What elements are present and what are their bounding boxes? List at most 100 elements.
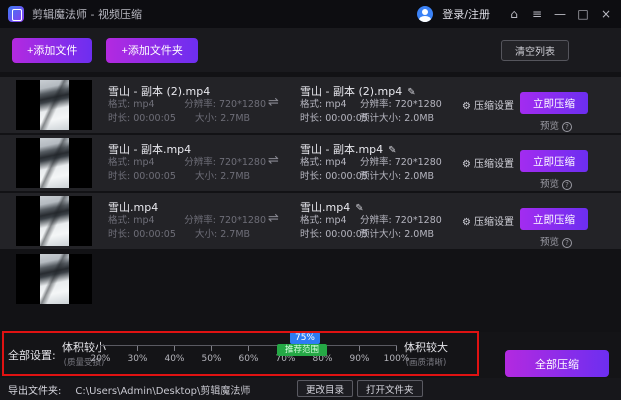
swap-arrows-icon: ⇌ [268, 153, 279, 168]
settings-label: 全部设置: [8, 347, 56, 363]
add-file-button[interactable]: +添加文件 [12, 38, 92, 63]
file-list: 雪山 - 副本 (2).mp4 格式: mp4分辨率: 720*1280 时长:… [0, 72, 621, 332]
output-info: 雪山 - 副本 (2).mp4 ✎ 格式: mp4分辨率: 720*1280 时长… [300, 83, 468, 126]
gear-icon: ⚙ [462, 159, 471, 170]
file-row: 雪山 - 副本 (2).mp4 格式: mp4分辨率: 720*1280 时长:… [0, 77, 621, 133]
source-resolution: 分辨率: 720*1280 [184, 98, 266, 112]
tick-label: 60% [238, 354, 258, 364]
output-filename: 雪山.mp4 [300, 201, 350, 214]
source-filename: 雪山.mp4 [108, 199, 266, 214]
output-format: 格式: mp4 [300, 156, 360, 170]
source-format: 格式: mp4 [108, 98, 184, 112]
gear-icon: ⚙ [462, 217, 471, 228]
source-duration: 时长: 00:00:05 [108, 112, 195, 126]
output-duration: 时长: 00:00:05 [300, 112, 360, 126]
window-title: 剪辑魔法师 - 视频压缩 [32, 6, 142, 22]
help-icon[interactable]: ? [562, 122, 572, 132]
tick-label: 20% [90, 354, 110, 364]
edit-name-icon[interactable]: ✎ [388, 145, 396, 156]
compress-now-button[interactable]: 立即压缩 [520, 92, 588, 114]
swap-arrows-icon: ⇌ [268, 211, 279, 226]
toolbar: +添加文件 +添加文件夹 清空列表 [0, 28, 621, 72]
compress-now-button[interactable]: 立即压缩 [520, 150, 588, 172]
output-format: 格式: mp4 [300, 214, 360, 228]
titlebar: 剪辑魔法师 - 视频压缩 登录/注册 ⌂ ≡ — □ × [0, 0, 621, 28]
help-icon[interactable]: ? [562, 238, 572, 248]
titlebar-controls: 登录/注册 ⌂ ≡ — □ × [417, 6, 613, 22]
compress-now-button[interactable]: 立即压缩 [520, 208, 588, 230]
preview-button[interactable]: 预览? [540, 234, 572, 248]
source-size: 大小: 2.7MB [195, 112, 250, 126]
source-duration: 时长: 00:00:05 [108, 228, 195, 242]
maximize-button[interactable]: □ [576, 7, 590, 21]
source-duration: 时长: 00:00:05 [108, 170, 195, 184]
recommended-range-badge: 推荐范围 [277, 344, 327, 356]
slider-value-badge: 75% [290, 332, 320, 344]
source-format: 格式: mp4 [108, 156, 184, 170]
snow-mountain-image [40, 138, 69, 188]
preview-button[interactable]: 预览? [540, 118, 572, 132]
larger-size-label: 体积较大 (画质清晰) [404, 339, 448, 368]
user-avatar[interactable] [417, 6, 433, 22]
edit-name-icon[interactable]: ✎ [407, 87, 415, 98]
source-size: 大小: 2.7MB [195, 228, 250, 242]
menu-icon[interactable]: ≡ [530, 7, 544, 21]
source-info: 雪山 - 副本 (2).mp4 格式: mp4分辨率: 720*1280 时长:… [108, 83, 266, 126]
compression-settings-button[interactable]: ⚙压缩设置 [462, 155, 514, 170]
video-thumbnail[interactable] [16, 196, 92, 246]
change-directory-button[interactable]: 更改目录 [297, 380, 353, 397]
output-duration: 时长: 00:00:05 [300, 170, 360, 184]
output-filename: 雪山 - 副本 (2).mp4 [300, 85, 402, 98]
output-est-size: 预计大小: 2.0MB [360, 170, 434, 184]
output-duration: 时长: 00:00:05 [300, 228, 360, 242]
tick-label: 40% [164, 354, 184, 364]
compression-settings-button[interactable]: ⚙压缩设置 [462, 213, 514, 228]
output-est-size: 预计大小: 2.0MB [360, 112, 434, 126]
source-resolution: 分辨率: 720*1280 [184, 214, 266, 228]
source-size: 大小: 2.7MB [195, 170, 250, 184]
file-row: 雪山.mp4 格式: mp4分辨率: 720*1280 时长: 00:00:05… [0, 193, 621, 249]
global-settings-panel: 全部设置: 体积较小 (质量受损) 20% 30% 40% 50% 60% 70… [0, 332, 480, 376]
help-icon[interactable]: ? [562, 180, 572, 190]
output-info: 雪山 - 副本.mp4✎ 格式: mp4分辨率: 720*1280 时长: 00… [300, 141, 468, 184]
output-resolution: 分辨率: 720*1280 [360, 98, 442, 112]
video-thumbnail[interactable] [16, 80, 92, 130]
file-row: 雪山 - 副本.mp4 格式: mp4分辨率: 720*1280 时长: 00:… [0, 135, 621, 191]
add-folder-button[interactable]: +添加文件夹 [106, 38, 197, 63]
source-format: 格式: mp4 [108, 214, 184, 228]
tick-label: 30% [127, 354, 147, 364]
app-window: 剪辑魔法师 - 视频压缩 登录/注册 ⌂ ≡ — □ × +添加文件 +添加文件… [0, 0, 621, 400]
home-icon[interactable]: ⌂ [507, 7, 521, 21]
source-filename: 雪山 - 副本.mp4 [108, 141, 266, 156]
source-info: 雪山.mp4 格式: mp4分辨率: 720*1280 时长: 00:00:05… [108, 199, 266, 242]
preview-button[interactable]: 预览? [540, 176, 572, 190]
video-thumbnail[interactable] [16, 138, 92, 188]
login-register-button[interactable]: 登录/注册 [442, 6, 490, 22]
output-resolution: 分辨率: 720*1280 [360, 214, 442, 228]
tick-label: 90% [349, 354, 369, 364]
snow-mountain-image [40, 254, 69, 304]
output-filename: 雪山 - 副本.mp4 [300, 143, 383, 156]
snow-mountain-image [40, 196, 69, 246]
source-info: 雪山 - 副本.mp4 格式: mp4分辨率: 720*1280 时长: 00:… [108, 141, 266, 184]
source-resolution: 分辨率: 720*1280 [184, 156, 266, 170]
output-est-size: 预计大小: 2.0MB [360, 228, 434, 242]
gear-icon: ⚙ [462, 101, 471, 112]
video-thumbnail[interactable] [16, 254, 92, 304]
app-logo-icon [8, 6, 24, 22]
bottom-bar: 导出文件夹: C:\Users\Admin\Desktop\剪辑魔法师 更改目录… [0, 378, 621, 400]
output-format: 格式: mp4 [300, 98, 360, 112]
export-folder-path: C:\Users\Admin\Desktop\剪辑魔法师 [75, 382, 250, 397]
open-folder-button[interactable]: 打开文件夹 [357, 380, 423, 397]
close-button[interactable]: × [599, 7, 613, 21]
export-folder-label: 导出文件夹: [8, 382, 61, 397]
output-info: 雪山.mp4 ✎ 格式: mp4分辨率: 720*1280 时长: 00:00:0… [300, 199, 468, 242]
compress-all-button[interactable]: 全部压缩 [505, 350, 609, 377]
snow-mountain-image [40, 80, 69, 130]
minimize-button[interactable]: — [553, 7, 567, 21]
edit-name-icon[interactable]: ✎ [355, 203, 363, 214]
swap-arrows-icon: ⇌ [268, 95, 279, 110]
clear-list-button[interactable]: 清空列表 [501, 40, 569, 61]
compression-settings-button[interactable]: ⚙压缩设置 [462, 97, 514, 112]
source-filename: 雪山 - 副本 (2).mp4 [108, 83, 266, 98]
